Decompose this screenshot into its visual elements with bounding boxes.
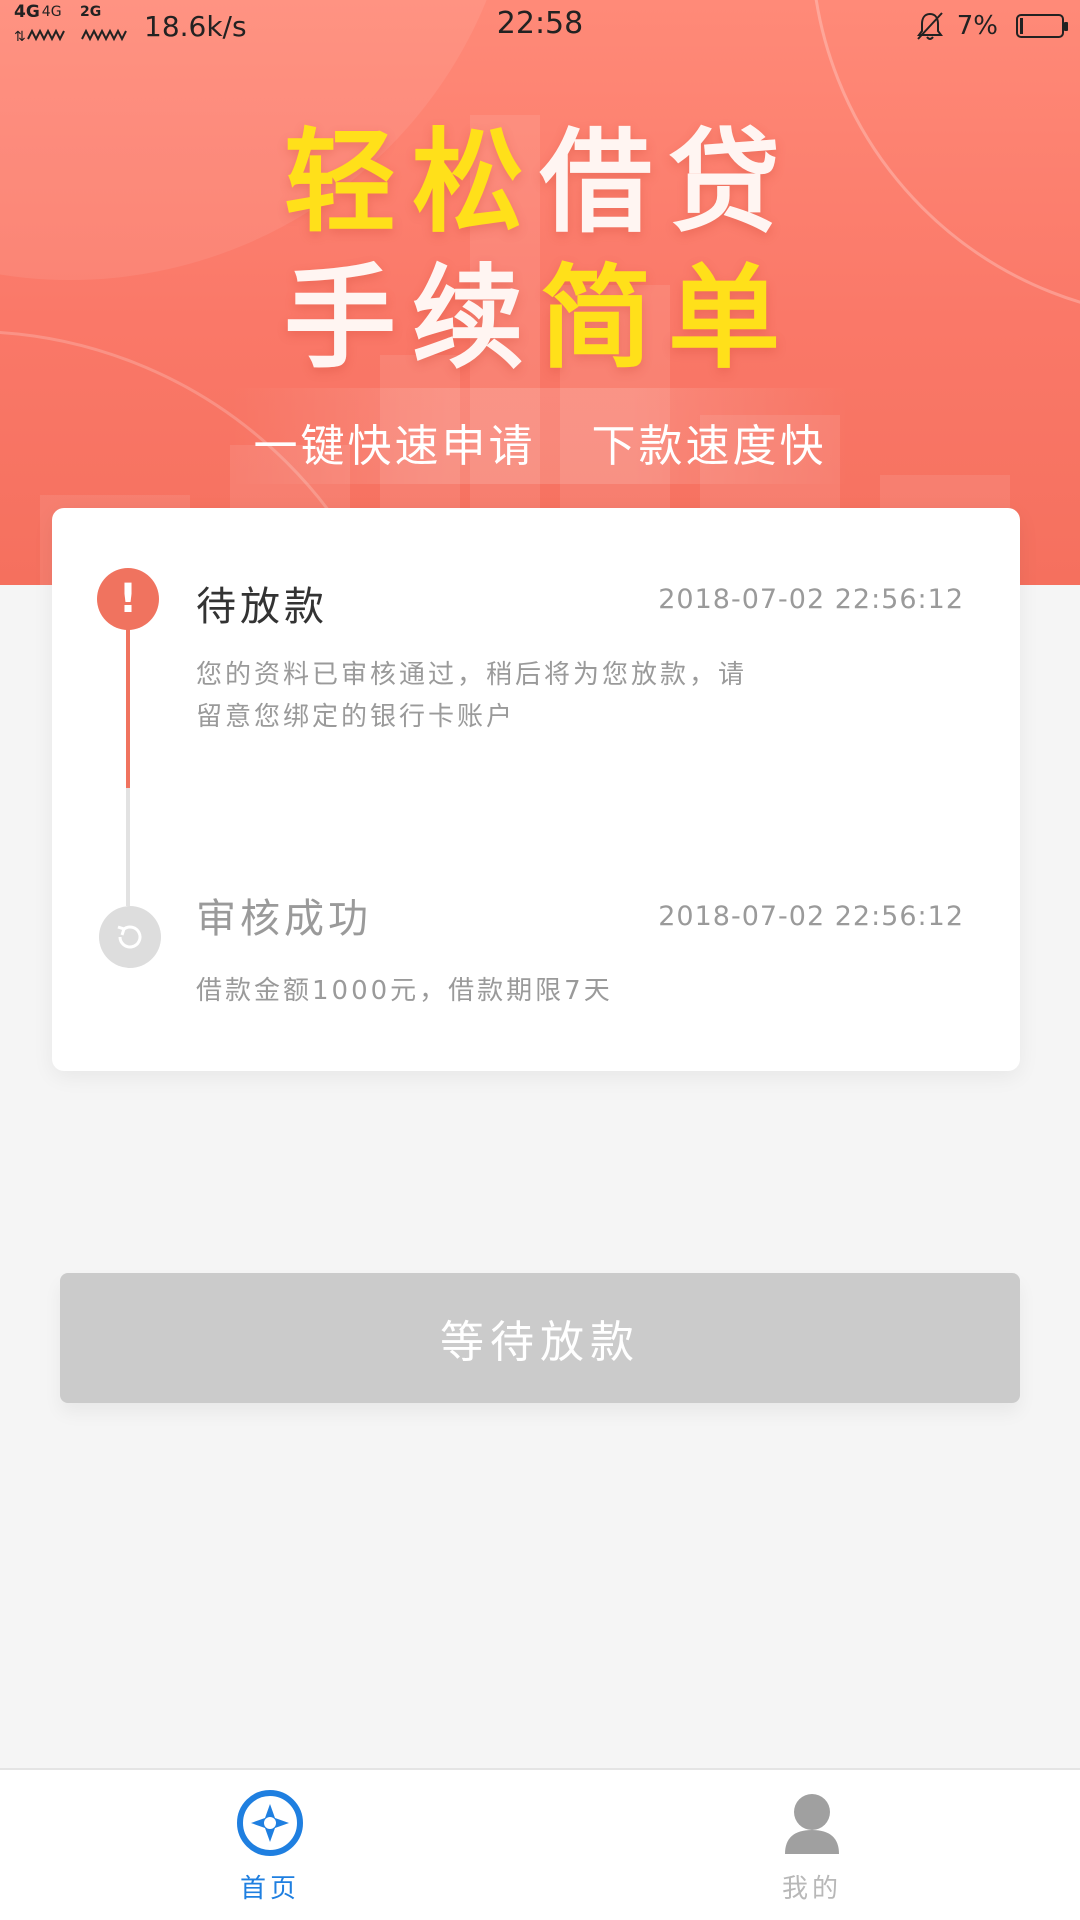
- step-title-approved: 审核成功: [196, 896, 372, 942]
- bottom-nav: 首页 我的: [0, 1768, 1080, 1920]
- step-title-pending: 待放款: [196, 584, 328, 630]
- nav-item-home[interactable]: 首页: [170, 1788, 370, 1905]
- step-desc-pending: 您的资料已审核通过，稍后将为您放款，请留意您绑定的银行卡账户: [196, 660, 748, 732]
- nav-label-home: 首页: [239, 1874, 300, 1904]
- refresh-icon: [99, 906, 161, 968]
- subline-apply: 一键快速申请: [253, 421, 536, 472]
- headline-yellow: 简单: [540, 254, 796, 384]
- home-diamond-icon: [237, 1790, 303, 1856]
- banner-subline: 一键快速申请 下款速度快: [0, 410, 1080, 474]
- loan-status-card: ! 待放款 2018-07-02 22:56:12 您的资料已审核通过，稍后将为…: [52, 508, 1020, 1071]
- bell-muted-icon: [916, 12, 943, 40]
- timeline-line: [126, 788, 130, 906]
- step-desc-approved: 借款金额1000元，借款期限7天: [196, 976, 613, 1006]
- step-time-approved: 2018-07-02 22:56:12: [658, 901, 964, 932]
- pending-alert-icon: !: [97, 568, 159, 630]
- battery-percent: 7%: [956, 11, 998, 41]
- headline-white: 手续: [284, 254, 540, 384]
- status-bar: 4G 4G ⇅ 2G 18.6k/s 22:58 7%: [0, 0, 1080, 56]
- status-right: 7%: [915, 10, 1068, 42]
- battery-icon: [1016, 14, 1068, 38]
- banner: 轻松借贷 手续简单 一键快速申请 下款速度快: [0, 0, 1080, 585]
- nav-label-mine: 我的: [781, 1874, 842, 1904]
- subline-speed: 下款速度快: [591, 421, 827, 472]
- timeline-progress-line: [126, 618, 130, 788]
- headline-line-2: 手续简单: [0, 228, 1080, 390]
- user-icon: [785, 1794, 839, 1854]
- nav-item-mine[interactable]: 我的: [712, 1788, 912, 1905]
- wait-for-loan-button[interactable]: 等待放款: [60, 1273, 1020, 1403]
- step-time-pending: 2018-07-02 22:56:12: [658, 584, 964, 615]
